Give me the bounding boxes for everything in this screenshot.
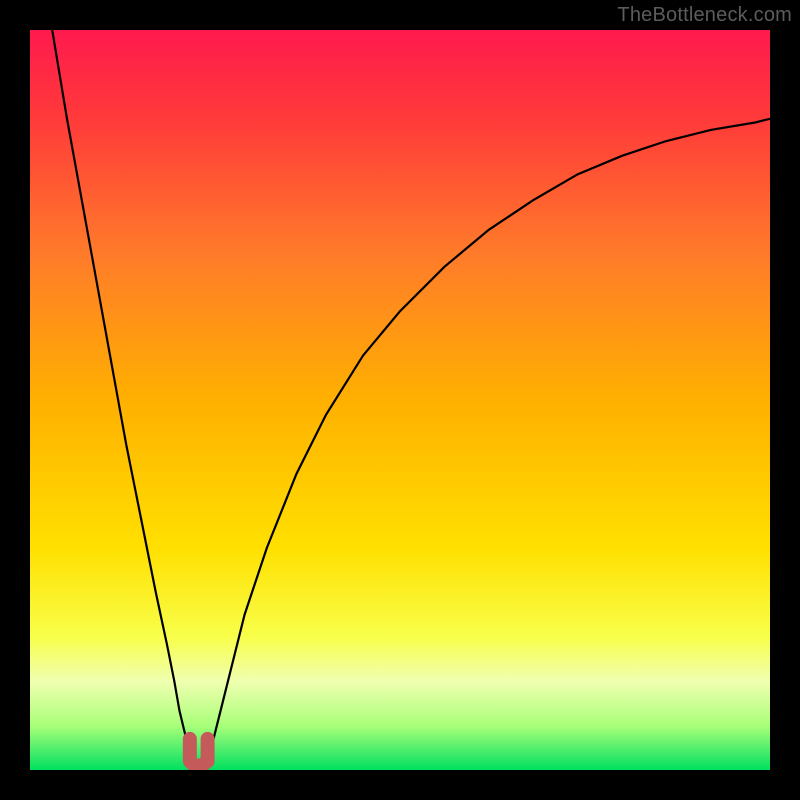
watermark-link[interactable]: TheBottleneck.com: [617, 4, 792, 27]
chart-frame: TheBottleneck.com: [0, 0, 800, 800]
chart-canvas: [30, 30, 770, 770]
gradient-background: [30, 30, 770, 770]
plot-area: [30, 30, 770, 770]
